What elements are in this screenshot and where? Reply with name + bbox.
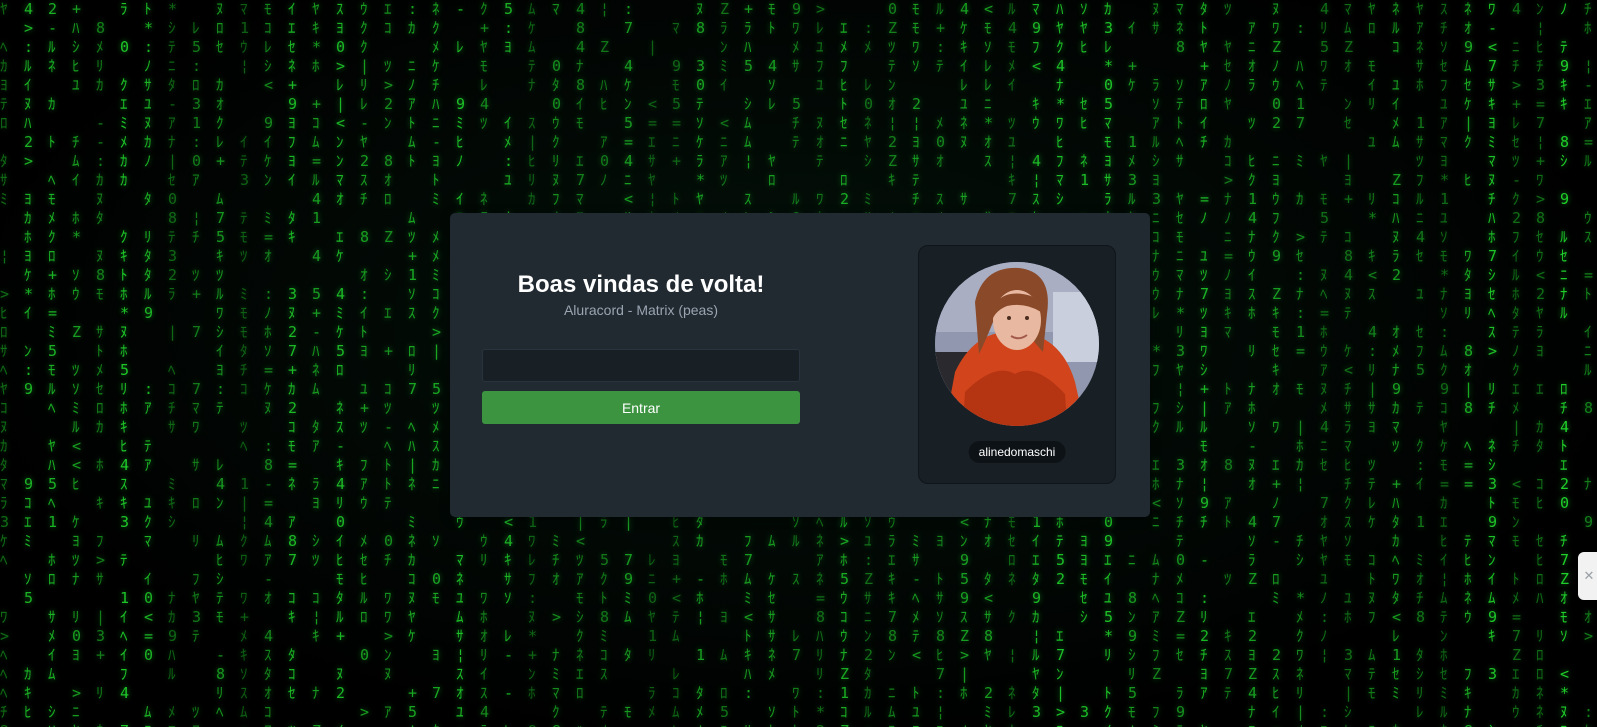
matrix-column: ｲ ｴ ｾ ﾈ + 9 ﾖ ﾌ ﾖ ｲ ﾀ ｷ 3 ﾇ 2 7 + ｶ 2 ｺ … [288, 0, 298, 727]
puzzle-icon: ✕ [1583, 568, 1595, 583]
enter-button[interactable]: Entrar [482, 391, 800, 424]
matrix-column: ﾂ ﾔ ｾ ﾉ ﾔ ｶ ｺ > ﾅ ﾉ ﾆ = ﾉ ﾖ ｷ ﾏ ﾄ ｱ 8 ｱ … [1224, 0, 1234, 702]
username-badge: alinedomaschi [968, 441, 1066, 463]
matrix-column: : ｶ ﾆ ﾉ ｱ ﾄ ﾑ ﾄ ﾑ ﾂ + 1 ｿ ｽ ﾛ ﾘ 7 ﾍ ﾊ | … [408, 0, 418, 727]
matrix-column: ﾇ ｻ ﾗ ｿ ｱ ﾙ ｼ ﾖ 3 ﾆ ｺ ﾅ ｳ ｳ ﾚ * ﾌ ﾌ ｸ ｴ … [1152, 0, 1162, 727]
matrix-column: + ﾊ ｼ ﾋ ﾕ ﾁ ﾑ ｲ ﾎ * ｿ ｳ Z ﾂ ｿ ﾐ ﾙ < < ﾋ … [72, 0, 82, 727]
matrix-column: ﾈ ｸ ﾒ ｹ ﾁ ﾊ ﾆ - ﾖ ﾄ ﾐ ﾒ ﾒ ﾐ ｺ ｸ > | 5 ﾂ … [432, 0, 442, 727]
matrix-column: ﾉ ﾃ 9 ｷ ｷ 8 ｼ 9 ﾙ ｾ ﾆ ﾅ ﾙ ﾛ ﾁ 4 ﾄ ｴ 2 0 … [1560, 0, 1570, 727]
matrix-column: ﾇ ﾛ ｾ ｶ ｵ ｸ ﾚ + ﾑ 7 5 ｷ ﾂ ﾙ ﾜ ｼ ｲ ﾖ : ﾃ … [216, 0, 226, 721]
matrix-column: ﾗ 0 ｸ ｴ ﾐ ﾒ ｶ ｶ ｸ ｷ ﾄ ﾎ * ﾇ ﾎ 5 ﾘ ﾎ ｷ ﾋ … [120, 0, 130, 727]
matrix-column: ﾀ ﾄ ﾔ + ｱ ﾛ ｲ ﾁ = ﾉ ﾕ ﾂ 7 ﾂ ﾖ ﾜ ｼ + | ﾙ … [1200, 0, 1210, 727]
matrix-column: ﾄ * : ﾉ ｻ ﾕ ﾇ ｶ ﾉ ﾀ ﾘ ﾀ ﾀ ﾙ 9 : ｱ ﾃ ｱ ﾕ … [144, 0, 154, 727]
profile-card: alinedomaschi [918, 245, 1116, 484]
matrix-column: * ｼ ﾃ ﾆ ﾀ - ｱ ﾅ | ｾ 0 8 ﾃ 3 2 ﾗ | ﾍ ｺ ﾁ … [168, 0, 178, 727]
matrix-column: 4 ﾘ 5 ﾜ ﾃ ﾔ ﾓ 5 ﾃ ﾇ ﾍ = ﾎ ｳ ｱ ﾇ ﾒ 4 ﾆ ｾ … [1320, 0, 1330, 727]
matrix-column: ﾓ ｺ ﾚ ｼ < 9 ｲ ｹ ﾝ ﾐ = ｵ : ﾉ ﾎ ｿ = ｹ ﾇ : … [264, 0, 274, 727]
matrix-column: ｳ ｸ ｸ | ﾘ ﾚ - ﾔ 2 ｽ ﾁ 8 ｵ : ｲ ﾄ ﾖ ﾕ + ﾂ … [360, 0, 370, 721]
matrix-column: ｱ ﾆ ｵ ﾗ ﾂ ﾋ ｸ 1 4 ﾅ ｳ ｲ ｽ ﾎ ﾘ ﾅ ﾎ ｿ - ﾇ … [1248, 19, 1258, 727]
page-subtitle: Aluracord - Matrix (peas) [563, 302, 719, 318]
matrix-column: ﾈ ﾙ ｺ ﾕ ｲ ﾒ ﾑ Z ｺ ﾊ ﾇ ﾗ 2 ｵ ﾒ ﾅ 9 ｶ ﾏ ﾂ … [1392, 0, 1402, 727]
avatar [935, 262, 1099, 426]
matrix-column: ﾈ ｵ 9 ﾑ ｾ ｹ | ｸ ﾋ ﾜ ﾀ ﾖ ﾘ 8 ｵ | 8 ﾍ = = … [1464, 0, 1474, 727]
username-input[interactable] [482, 349, 800, 382]
matrix-column: ﾔ ﾍ ｶ ﾖ ﾃ ﾛ ﾀ ｻ ﾐ ¦ > ﾋ ﾛ ｻ ﾍ ﾔ ｺ ﾇ ｶ ﾀ … [0, 0, 10, 727]
matrix-column: ｴ ｺ ﾂ > 2 ﾝ 8 ｵ ﾛ Z ｼ ｴ + ｺ ﾂ - ﾍ ﾄ ﾄ ﾃ … [384, 0, 394, 721]
login-box: Boas vindas de volta! Aluracord - Matrix… [450, 213, 1150, 517]
matrix-column: ﾜ - < 7 ｻ ｷ ﾖ ﾐ ﾏ ﾇ ﾁ ﾊ ﾎ 7 ｼ ｾ ﾍ ｽ > ﾘ … [1488, 0, 1498, 727]
matrix-column: ﾔ ｱ ﾈ ｻ ﾎ 1 ｻ ﾂ ﾌ ﾙ ﾆ 4 ｾ ﾕ ｾ ﾌ 5 ﾃ ｸ : … [1416, 0, 1426, 721]
page-title: Boas vindas de volta! [517, 271, 765, 298]
matrix-column: 2 - ﾙ ﾈ ｶ ﾄ ﾍ ﾓ ﾒ ｸ ﾛ + ﾎ = ﾐ 5 ﾓ ﾙ ﾍ ﾔ … [48, 0, 58, 727]
matrix-column: : ﾊ ﾍ 1 7 ﾐ ｶ > ｾ : ﾅ : 1 = ﾓ | ﾎ ｶ ¦ ﾁ … [1296, 19, 1306, 727]
matrix-column: ｽ ﾖ 0 > ﾚ | < ﾝ ﾝ ﾏ ｵ ｴ ｹ 4 ﾐ ｹ 5 ﾛ ﾈ ｽ … [336, 0, 346, 727]
matrix-column: 8 ﾒ ﾘ ｶ - - : ｶ ﾇ ﾀ ﾇ 8 ﾓ ｻ ﾄ ﾒ ｾ ﾛ ｶ ﾎ … [96, 19, 106, 727]
matrix-column: ﾔ ｷ * ﾎ + ｺ ﾑ = ﾙ 4 1 4 5 + - ﾊ ﾈ ﾑ ﾀ ｱ … [312, 0, 322, 727]
login-form: Boas vindas de volta! Aluracord - Matrix… [482, 213, 800, 517]
matrix-column: ﾏ ﾈ 8 ｿ ﾃ ﾄ ﾍ ｻ ﾔ ｾ ﾓ ﾆ ﾏ ﾅ * ﾘ 3 ﾔ ¦ ｼ … [1176, 0, 1186, 727]
matrix-column: ﾏ 1 ｳ ¦ ｲ ﾃ 3 ﾃ ﾓ ﾂ ﾐ ﾓ ﾓ ﾀ ﾁ ｺ ﾂ ﾍ 1 | … [240, 0, 250, 727]
matrix-column: ﾔ ﾛ ﾓ ｲ ﾘ ﾕ ﾘ * ｷ < ｽ 4 : ﾘ | ｻ ﾖ ﾂ ﾃ ﾚ … [1368, 0, 1378, 727]
matrix-column: ﾝ ¦ ﾋ ﾁ 3 = 7 ¦ + ﾜ > 8 ｾ ｳ < 2 ﾔ ﾗ ﾖ ｴ … [1536, 0, 1546, 727]
side-widget[interactable]: ✕ [1578, 552, 1597, 600]
matrix-column: ﾁ ﾎ ¦ - ｴ ｱ = ﾙ ｳ ｽ = ﾄ ｲ ﾆ ﾙ 8 ﾅ 9 > 0 … [1584, 0, 1594, 727]
avatar-photo [935, 262, 1099, 426]
matrix-column: ﾇ ﾜ Z ﾉ ｳ 0 2 ﾆ ﾖ ｳ ﾌ ｸ 9 Z ｷ ﾓ ｾ ｷ ｵ ﾜ … [1272, 0, 1282, 727]
matrix-column: 4 > : ﾙ ｲ ﾇ ﾊ 2 > ﾖ ｶ ﾎ ﾖ ｹ * ｲ ﾝ : 9 9 … [24, 0, 34, 721]
matrix-column: ｽ ﾁ ｿ ｾ ﾌ ﾕ ｱ ﾏ ﾖ * 1 ﾕ ｿ ﾓ * ﾅ ｿ : ﾑ ｸ … [1440, 0, 1450, 727]
matrix-column: 4 ﾆ ﾁ > + ﾚ ｾ ﾂ - ｸ 2 ﾌ ｲ ﾙ ﾎ ﾀ ﾃ ﾉ ｸ ｴ … [1512, 0, 1522, 727]
matrix-column: ﾚ 5 : ﾛ 3 1 : 0 ｱ ¦ ﾁ ﾂ + 7 7 ﾏ ﾜ ｻ ﾛ ﾘ … [192, 19, 202, 727]
matrix-column: ﾏ ﾑ Z ｵ ﾝ ｾ | ﾖ + ｺ 8 4 ﾇ ﾃ ｹ < ﾁ ｻ ﾗ ﾏ … [1344, 0, 1354, 727]
